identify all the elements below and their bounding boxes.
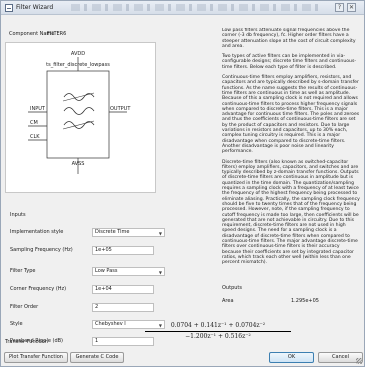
corner-frequency-row: Corner Frequency (Hz) 1e+04 xyxy=(10,285,156,294)
implementation-style-value: Discrete Time xyxy=(95,229,130,235)
resize-grip[interactable] xyxy=(356,358,362,364)
window-title: Filter Wizard xyxy=(16,4,54,11)
outputs-heading: Outputs xyxy=(222,285,242,291)
fraction-bar xyxy=(145,331,291,332)
sampling-frequency-row: Sampling Frequency (Hz) 1e+05 xyxy=(10,246,156,255)
description-paragraph: Continuous-time filters employ amplifier… xyxy=(222,75,360,155)
style-row: Style Chebyshev I ▼ xyxy=(10,320,165,329)
plot-transfer-function-button[interactable]: Plot Transfer Function xyxy=(4,352,68,363)
transfer-function-denominator: −1.200z⁻¹ + 0.516z⁻² xyxy=(185,333,251,340)
filter-type-row: Filter Type Low Pass ▼ xyxy=(10,267,165,276)
chevron-down-icon: ▼ xyxy=(158,231,162,236)
implementation-style-label: Implementation style xyxy=(10,229,64,235)
transfer-function-label: Transfer Function xyxy=(5,339,48,345)
component-name-value: FILTER6 xyxy=(47,31,67,37)
chevron-down-icon: ▼ xyxy=(158,270,162,275)
description-paragraph: Two types of active filters can be imple… xyxy=(222,54,357,70)
sampling-frequency-input[interactable]: 1e+05 xyxy=(92,246,154,255)
avdd-label: AVDD xyxy=(71,51,85,57)
filter-type-label: Filter Type xyxy=(10,268,36,274)
style-label: Style xyxy=(10,321,23,327)
filter-order-input[interactable]: 2 xyxy=(92,303,154,312)
implementation-style-select[interactable]: Discrete Time ▼ xyxy=(92,228,165,237)
filter-symbol-panel: AVDD ts_filter_discrete_lowpass INPUT OU… xyxy=(5,42,156,193)
filter-order-row: Filter Order 2 xyxy=(10,303,156,312)
area-label: Area xyxy=(222,298,234,304)
transfer-function-numerator: 0.0704 + 0.141z⁻¹ + 0.0704z⁻² xyxy=(170,322,266,329)
output-label: OUTPUT xyxy=(110,106,131,112)
filter-description: Low pass filters attenuate signal freque… xyxy=(222,28,360,283)
help-icon[interactable]: ? xyxy=(335,3,344,12)
ok-button[interactable]: OK xyxy=(269,352,314,363)
close-icon[interactable]: ✕ xyxy=(347,3,356,12)
generate-c-code-button[interactable]: Generate C Code xyxy=(70,352,124,363)
cm-label: CM xyxy=(30,120,38,126)
filter-type-value: Low Pass xyxy=(95,268,118,274)
area-value: 1.295e+05 xyxy=(291,298,319,304)
corner-frequency-label: Corner Frequency (Hz) xyxy=(10,286,67,292)
block-name-label: ts_filter_discrete_lowpass xyxy=(46,62,110,68)
filter-window-icon xyxy=(5,4,13,12)
corner-frequency-input[interactable]: 1e+04 xyxy=(92,285,154,294)
implementation-style-row: Implementation style Discrete Time ▼ xyxy=(10,228,165,237)
title-bar-background xyxy=(71,4,321,11)
title-bar[interactable]: Filter Wizard ? ✕ xyxy=(1,1,364,15)
input-label: INPUT xyxy=(30,106,46,112)
style-value: Chebyshev I xyxy=(95,321,126,327)
description-paragraph: Discrete-time filters (also known as swi… xyxy=(222,159,360,266)
filter-order-label: Filter Order xyxy=(10,304,39,310)
filter-wizard-window: Filter Wizard ? ✕ Component Name FILTER6… xyxy=(0,0,365,367)
filter-type-select[interactable]: Low Pass ▼ xyxy=(92,267,165,276)
description-paragraph: Low pass filters attenuate signal freque… xyxy=(222,28,356,49)
filter-symbol-diagram: AVDD ts_filter_discrete_lowpass INPUT OU… xyxy=(28,51,131,174)
avss-label: AVSS xyxy=(72,161,85,167)
transfer-function-formula: 0.0704 + 0.141z⁻¹ + 0.0704z⁻² −1.200z⁻¹ … xyxy=(143,322,293,344)
sampling-frequency-label: Sampling Frequency (Hz) xyxy=(10,247,73,253)
clk-label: CLK xyxy=(30,134,40,140)
inputs-heading: Inputs xyxy=(10,212,26,218)
